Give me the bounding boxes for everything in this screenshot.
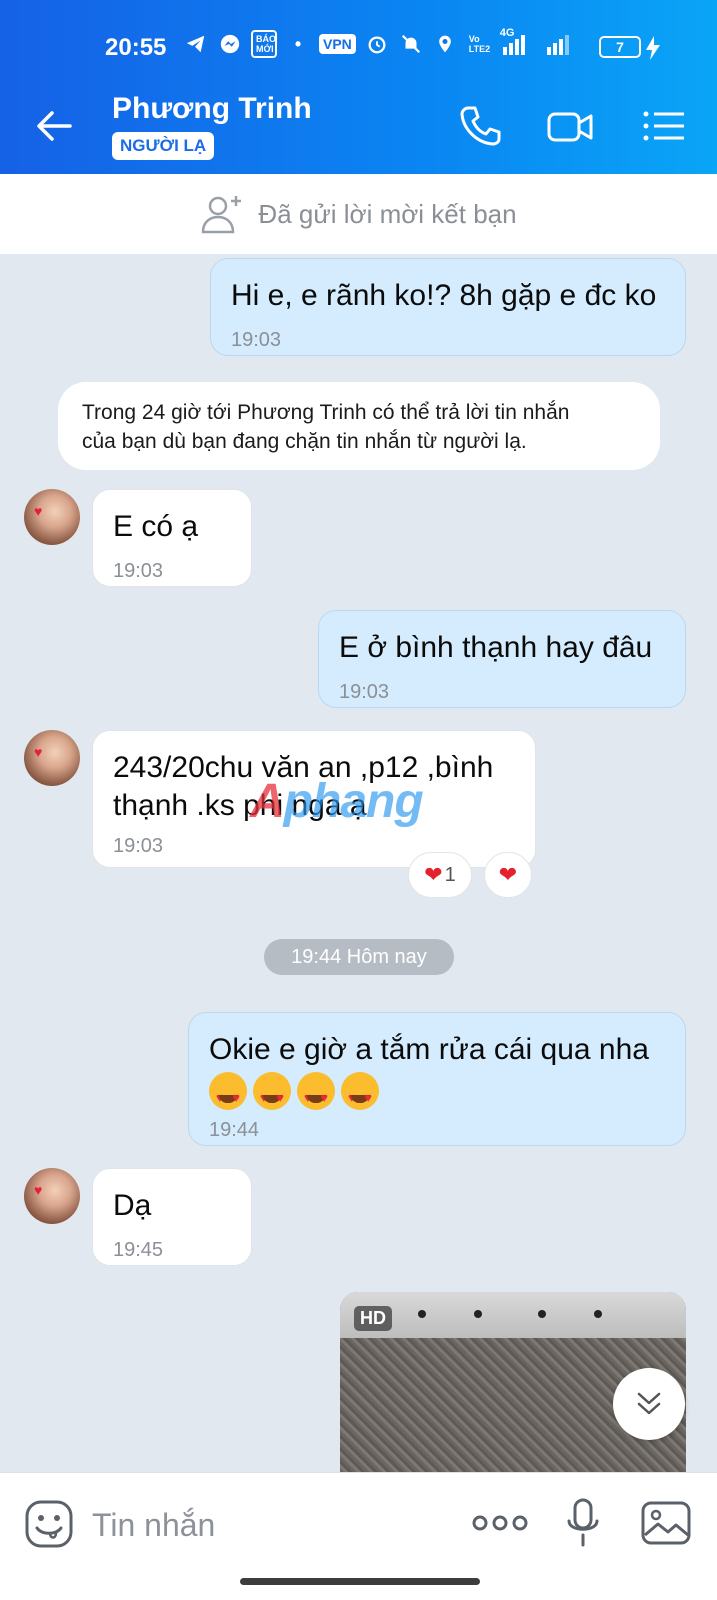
emoji-row [209, 1071, 665, 1117]
friend-request-text: Đã gửi lời mời kết bạn [258, 198, 517, 229]
message-bubble-sent[interactable]: Hi e, e rãnh ko!? 8h gặp e đc ko 19:03 [210, 258, 686, 356]
add-friend-icon [202, 196, 242, 234]
message-text: Hi e, e rãnh ko!? 8h gặp e đc ko [231, 279, 657, 312]
sticker-emoji-icon[interactable] [24, 1499, 74, 1549]
heart-reaction-icon: ❤ [424, 862, 443, 887]
signal-4g-icon: 4G [498, 27, 534, 57]
contact-name[interactable]: Phương Trinh [112, 92, 312, 126]
heart-eyes-emoji-icon [209, 1072, 247, 1117]
heart-icon: ♥ [34, 503, 43, 519]
friend-request-bar[interactable]: Đã gửi lời mời kết bạn [0, 174, 717, 254]
stranger-badge: NGƯỜI LẠ [112, 132, 215, 160]
avatar[interactable]: ♥ [24, 1168, 80, 1224]
phone-call-icon[interactable] [456, 102, 504, 150]
message-input[interactable]: Tin nhắn [92, 1507, 452, 1544]
watermark-logo: Aphang [250, 774, 424, 829]
date-separator: 19:44 Hôm nay [264, 939, 454, 975]
charging-icon [646, 36, 660, 60]
messenger-icon [217, 31, 243, 57]
heart-icon: ❤ [498, 862, 518, 887]
scroll-to-bottom-button[interactable] [613, 1368, 685, 1440]
signal-icon [542, 31, 578, 57]
mute-icon [398, 31, 424, 57]
message-bubble-received[interactable]: E có ạ 19:03 [92, 489, 252, 587]
message-text: E có ạ [113, 510, 199, 543]
message-bubble-received[interactable]: Dạ 19:45 [92, 1168, 252, 1266]
avatar[interactable]: ♥ [24, 730, 80, 786]
status-icons: BÁO MỚI • VPN Vo LTE2 4G [183, 27, 578, 58]
image-gallery-icon[interactable] [640, 1497, 692, 1549]
stranger-reply-notice: Trong 24 giờ tới Phương Trinh có thể trả… [58, 382, 660, 470]
back-arrow-icon[interactable] [34, 106, 74, 146]
notice-line-1: Trong 24 giờ tới Phương Trinh có thể trả… [82, 401, 570, 424]
double-chevron-down-icon [637, 1392, 661, 1415]
photo-dot [474, 1310, 482, 1318]
heart-eyes-emoji-icon [297, 1072, 335, 1117]
status-time: 20:55 [105, 34, 167, 61]
photo-dot [594, 1310, 602, 1318]
battery-icon: 7 [599, 36, 641, 58]
heart-eyes-emoji-icon [253, 1072, 291, 1117]
reaction-count[interactable]: ❤ 1 [408, 852, 472, 898]
avatar[interactable]: ♥ [24, 489, 80, 545]
message-time: 19:45 [113, 1239, 164, 1261]
menu-list-icon[interactable] [640, 102, 688, 150]
add-reaction-button[interactable]: ❤ [484, 852, 532, 898]
message-text: E ở bình thạnh hay đâu [339, 631, 653, 664]
notice-line-2: của bạn dù bạn đang chặn tin nhắn từ ngư… [82, 430, 527, 453]
message-text: Dạ [113, 1189, 152, 1222]
chat-header: 20:55 BÁO MỚI • VPN Vo LTE2 4G 7 Phương … [0, 0, 717, 174]
heart-icon: ♥ [34, 744, 43, 760]
photo-dot [538, 1310, 546, 1318]
watermark-text: phang [283, 775, 424, 828]
heart-eyes-emoji-icon [341, 1072, 379, 1117]
heart-icon: ♥ [34, 1182, 43, 1198]
network-type: 4G [499, 27, 515, 39]
hd-badge: HD [354, 1306, 392, 1331]
telegram-icon [183, 31, 209, 57]
vpn-icon: VPN [319, 34, 356, 54]
home-indicator[interactable] [240, 1578, 480, 1585]
location-icon [432, 31, 458, 57]
news-icon: BÁO MỚI [251, 30, 277, 58]
message-bubble-sent[interactable]: Okie e giờ a tắm rửa cái qua nha 19:44 [188, 1012, 686, 1146]
message-time: 19:03 [231, 329, 282, 351]
microphone-icon[interactable] [566, 1497, 600, 1549]
watermark-letter: A [250, 775, 285, 828]
video-call-icon[interactable] [546, 102, 594, 150]
more-options-icon[interactable] [470, 1503, 530, 1543]
dot-icon: • [294, 33, 302, 54]
alarm-icon [364, 31, 390, 57]
message-text: Okie e giờ a tắm rửa cái qua nha [209, 1033, 649, 1066]
message-bubble-sent[interactable]: E ở bình thạnh hay đâu 19:03 [318, 610, 686, 708]
message-time: 19:03 [339, 681, 390, 703]
status-bar: 20:55 BÁO MỚI • VPN Vo LTE2 4G 7 [0, 0, 717, 78]
volte-icon: Vo LTE2 [468, 34, 491, 54]
reaction-count-value: 1 [444, 863, 456, 886]
message-time: 19:03 [113, 560, 164, 582]
photo-dot [418, 1310, 426, 1318]
